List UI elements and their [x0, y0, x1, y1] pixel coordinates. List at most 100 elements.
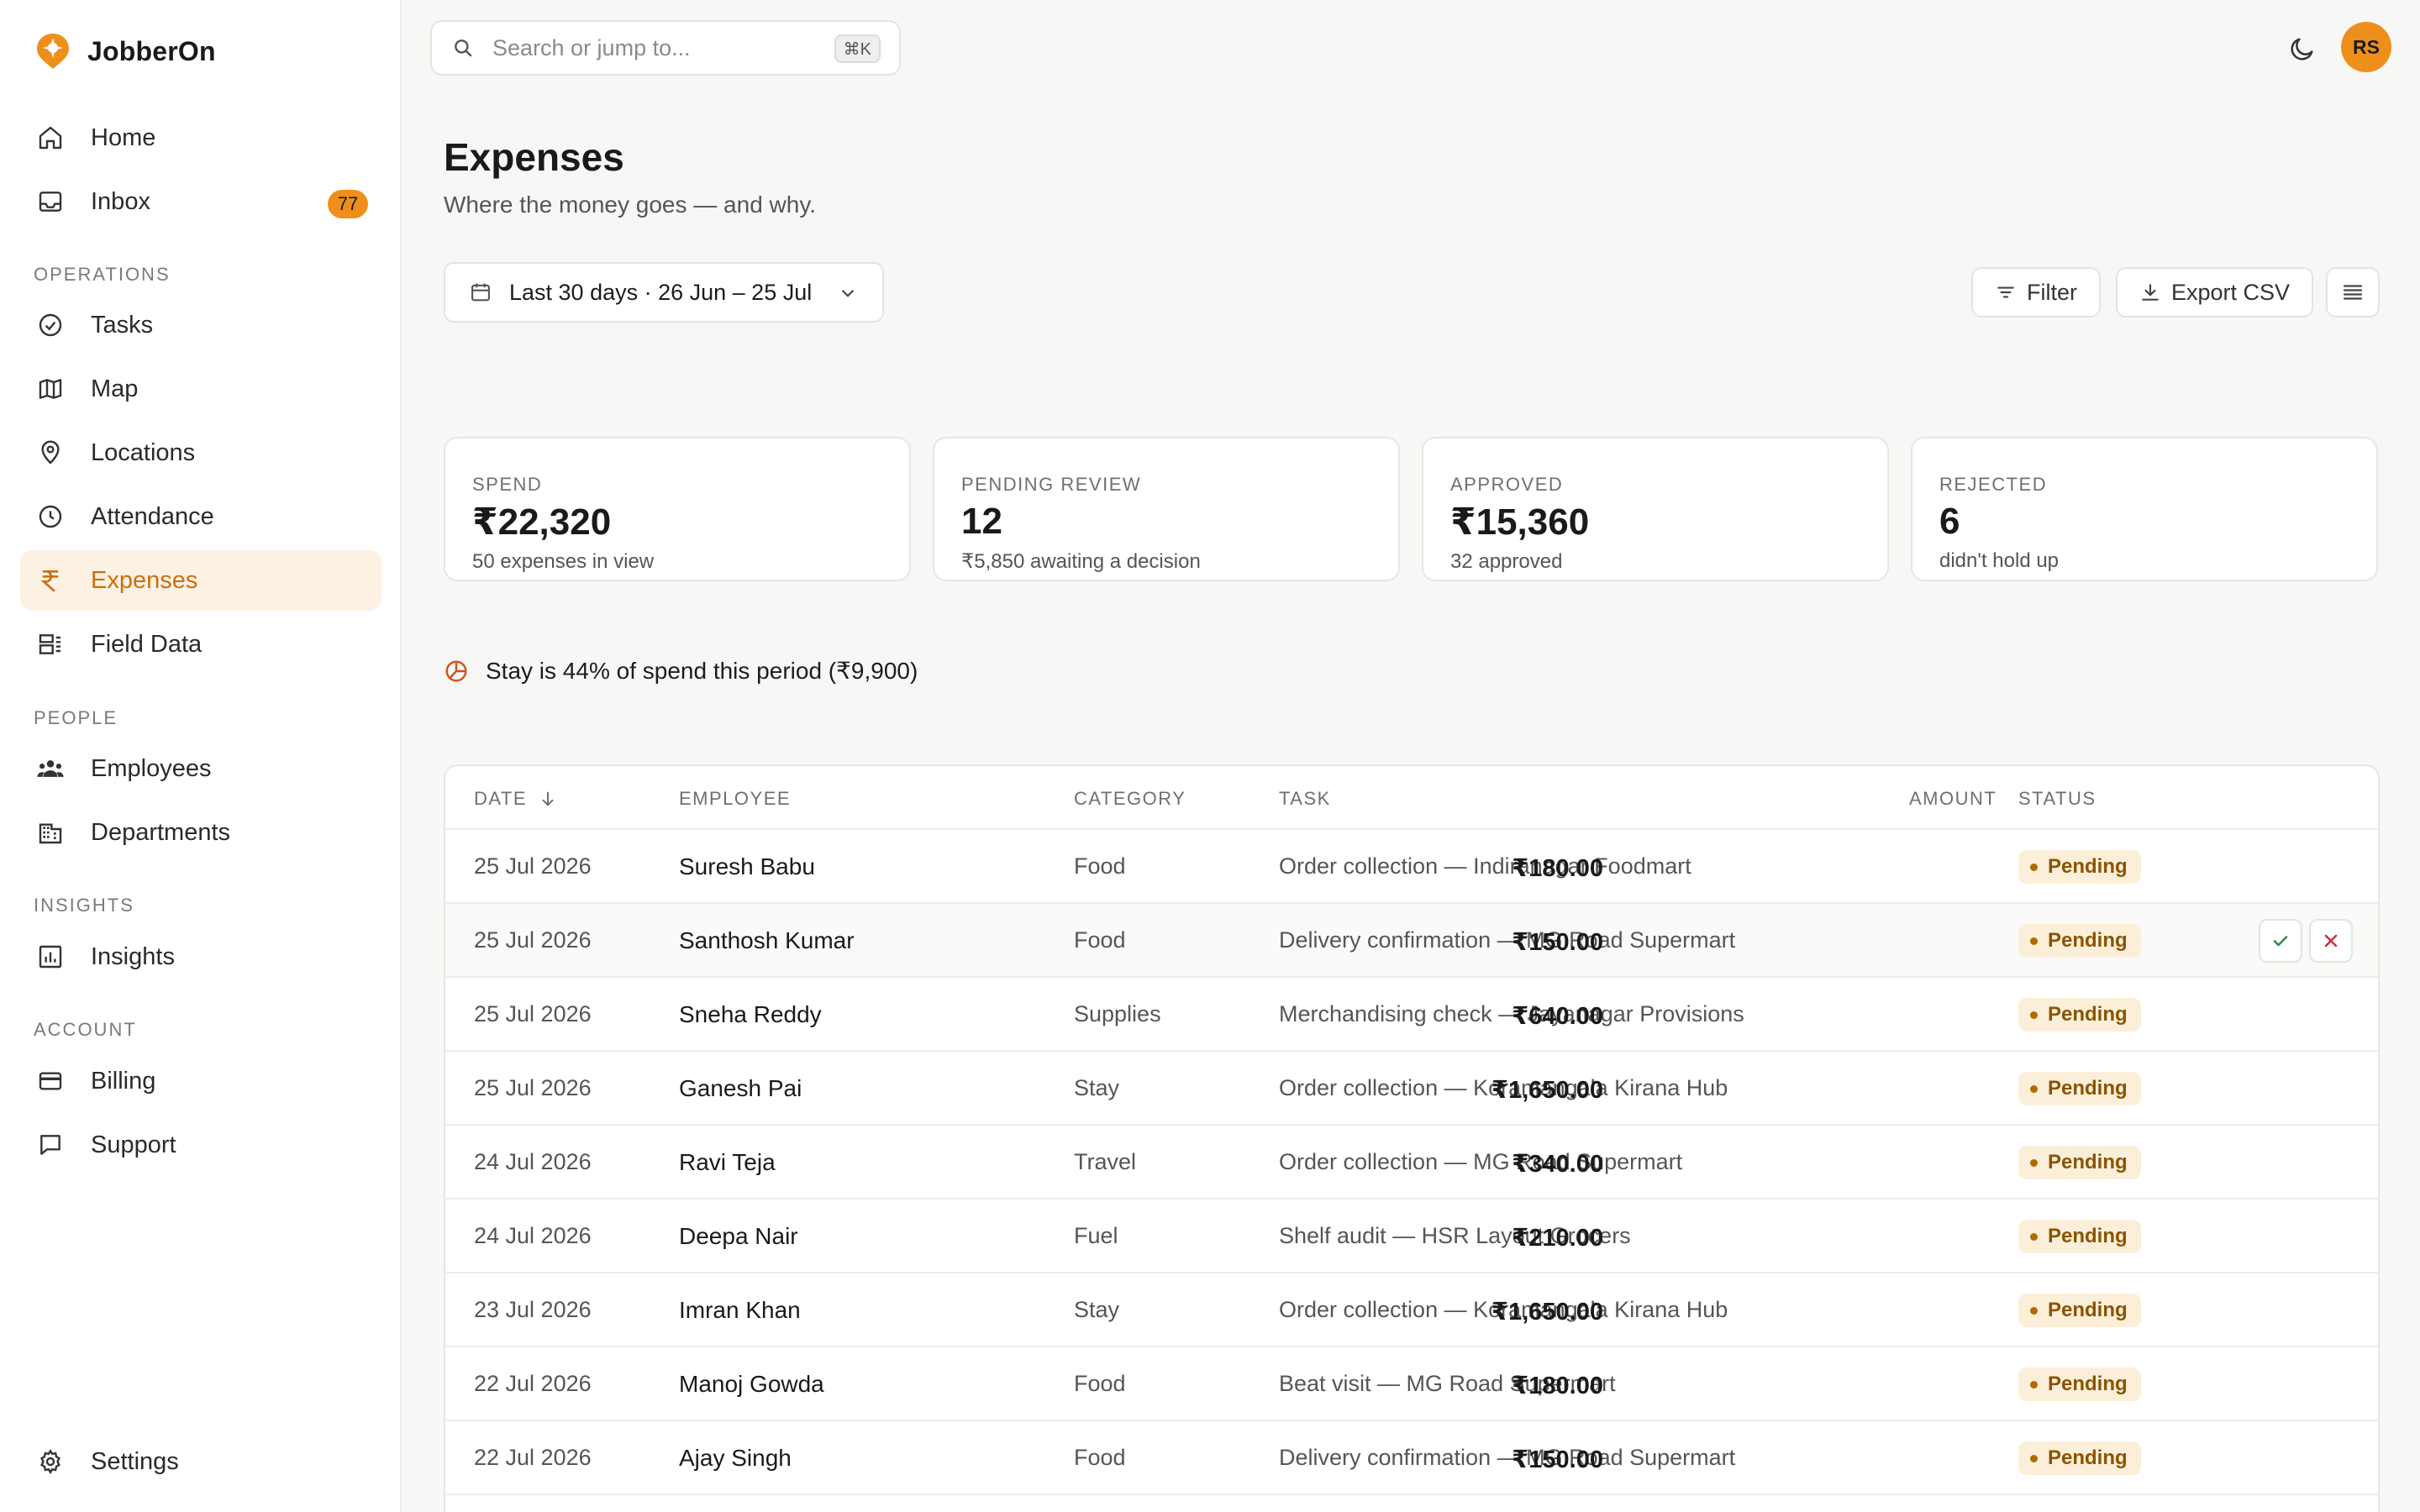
- sidebar-item-support[interactable]: Support: [20, 1115, 381, 1175]
- cell-date: 25 Jul 2026: [474, 1075, 592, 1100]
- cell-date: 24 Jul 2026: [474, 1149, 592, 1174]
- column-header-employee[interactable]: EMPLOYEE: [679, 788, 791, 810]
- sidebar-item-employees[interactable]: Employees: [20, 738, 381, 799]
- pie-chart-icon: [445, 660, 467, 681]
- cell-employee: Ganesh Pai: [679, 1075, 802, 1101]
- cell-employee: Ravi Teja: [679, 1149, 776, 1175]
- download-icon: [2142, 284, 2159, 301]
- sidebar-item-departments[interactable]: Departments: [20, 802, 381, 863]
- stat-card-approved: APPROVED ₹15,360 32 approved: [1422, 437, 1889, 581]
- dark-mode-toggle[interactable]: [2284, 30, 2321, 67]
- stat-subtext: didn't hold up: [1939, 549, 2060, 572]
- cell-date: 23 Jul 2026: [474, 1297, 592, 1322]
- sidebar-item-tasks[interactable]: Tasks: [20, 295, 381, 355]
- check-circle-icon: [34, 308, 67, 342]
- status-label: Pending: [2048, 1225, 2128, 1247]
- sidebar-item-inbox[interactable]: Inbox 77: [20, 171, 381, 232]
- table-row[interactable]: 25 Jul 2026 Sneha Reddy Supplies Merchandis…: [445, 978, 2378, 1052]
- table-row[interactable]: 24 Jul 2026 Deepa Nair Fuel Shelf audit — H…: [445, 1200, 2378, 1273]
- table-row[interactable]: 25 Jul 2026 Ganesh Pai Stay Order collectio…: [445, 1052, 2378, 1126]
- sidebar-item-settings[interactable]: Settings: [20, 1431, 381, 1492]
- status-badge: Pending: [2018, 850, 2141, 884]
- approve-button[interactable]: [2259, 919, 2302, 963]
- status-badge: Pending: [2018, 998, 2141, 1032]
- card-icon: [34, 1064, 67, 1098]
- avatar[interactable]: RS: [2341, 22, 2391, 72]
- stat-label: REJECTED: [1939, 474, 2048, 495]
- brand[interactable]: JobberOn: [34, 32, 216, 71]
- sidebar-item-label: Attendance: [91, 502, 214, 530]
- sidebar-item-map[interactable]: Map: [20, 359, 381, 419]
- stat-subtext: ₹5,850 awaiting a decision: [961, 550, 1201, 573]
- cell-category: Fuel: [1074, 1223, 1118, 1248]
- column-header-amount[interactable]: AMOUNT: [1909, 788, 1996, 810]
- table-row[interactable]: 25 Jul 2026 Suresh Babu Food Order collecti…: [445, 830, 2378, 904]
- stat-card-spend: SPEND ₹22,320 50 expenses in view: [444, 437, 911, 581]
- page-title: Expenses: [444, 135, 624, 179]
- cell-category: Food: [1074, 853, 1126, 879]
- status-label: Pending: [2048, 1151, 2128, 1173]
- table-row[interactable]: 24 Jul 2026 Ravi Teja Travel Order collecti…: [445, 1126, 2378, 1200]
- stat-label: PENDING REVIEW: [961, 474, 1142, 495]
- people-icon: [34, 752, 67, 785]
- section-label-operations: OPERATIONS: [34, 264, 171, 285]
- column-header-status[interactable]: STATUS: [2018, 788, 2096, 810]
- column-header-category[interactable]: CATEGORY: [1074, 788, 1186, 810]
- status-dot: [2030, 1011, 2038, 1019]
- cell-category: Travel: [1074, 1149, 1137, 1174]
- cell-amount: ₹150.00: [1512, 929, 1603, 956]
- sidebar-item-label: Expenses: [91, 566, 198, 594]
- sidebar-item-field-data[interactable]: Field Data: [20, 614, 381, 675]
- cell-date: 24 Jul 2026: [474, 1223, 592, 1248]
- close-icon: [2324, 934, 2338, 948]
- inbox-count-badge: 77: [328, 190, 368, 218]
- sidebar-item-label: Map: [91, 375, 139, 402]
- sort-down-icon: [542, 791, 554, 806]
- field-data-icon: [34, 627, 67, 661]
- sidebar-item-label: Locations: [91, 438, 196, 466]
- section-label-insights: INSIGHTS: [34, 895, 134, 916]
- status-badge: Pending: [2018, 1368, 2141, 1401]
- reject-button[interactable]: [2309, 919, 2353, 963]
- calendar-icon: [471, 283, 490, 302]
- building-icon: [34, 816, 67, 849]
- status-dot: [2030, 1232, 2038, 1241]
- export-csv-button[interactable]: Export CSV: [2116, 267, 2314, 318]
- table-row[interactable]: 23 Jul 2026 Imran Khan Stay Order collectio…: [445, 1273, 2378, 1347]
- sidebar-item-label: Tasks: [91, 311, 154, 339]
- page-subtitle: Where the money goes — and why.: [444, 192, 817, 218]
- chevron-down-icon: [841, 289, 855, 297]
- filter-label: Filter: [2027, 279, 2077, 305]
- sidebar-item-locations[interactable]: Locations: [20, 423, 381, 483]
- sidebar-item-expenses[interactable]: Expenses: [20, 550, 381, 611]
- status-label: Pending: [2048, 929, 2128, 952]
- cell-category: Stay: [1074, 1297, 1120, 1322]
- stat-subtext: 32 approved: [1450, 550, 1563, 573]
- status-dot: [2030, 1084, 2038, 1093]
- sidebar-item-billing[interactable]: Billing: [20, 1051, 381, 1111]
- cell-employee: Sneha Reddy: [679, 1001, 822, 1027]
- sidebar-item-home[interactable]: Home: [20, 108, 381, 168]
- column-header-date[interactable]: DATE: [474, 788, 557, 810]
- rupee-icon: [34, 564, 67, 597]
- view-options-button[interactable]: [2326, 267, 2380, 318]
- column-header-task[interactable]: TASK: [1279, 788, 1331, 810]
- sidebar-item-attendance[interactable]: Attendance: [20, 486, 381, 547]
- cell-amount: ₹1,650.00: [1491, 1299, 1603, 1326]
- search-input[interactable]: Search or jump to... ⌘K: [430, 20, 901, 76]
- status-badge: Pending: [2018, 1072, 2141, 1105]
- date-range-picker[interactable]: Last 30 days · 26 Jun – 25 Jul: [444, 262, 884, 323]
- filter-button[interactable]: Filter: [1971, 267, 2101, 318]
- search-icon: [455, 39, 472, 57]
- table-row[interactable]: 25 Jul 2026 Santhosh Kumar Food Delivery co…: [445, 904, 2378, 978]
- table-row[interactable]: 22 Jul 2026 Manoj Gowda Food Beat visit — M…: [445, 1347, 2378, 1421]
- app-name: JobberOn: [87, 35, 216, 66]
- status-badge: Pending: [2018, 1441, 2141, 1475]
- status-dot: [2030, 863, 2038, 871]
- moon-icon: [2291, 38, 2313, 60]
- cell-category: Food: [1074, 1445, 1126, 1470]
- sidebar-item-label: Support: [91, 1131, 176, 1158]
- sidebar-item-insights[interactable]: Insights: [20, 927, 381, 987]
- table-row[interactable]: 22 Jul 2026 Ajay Singh Food Delivery confir…: [445, 1421, 2378, 1495]
- stat-value: ₹22,320: [472, 501, 612, 543]
